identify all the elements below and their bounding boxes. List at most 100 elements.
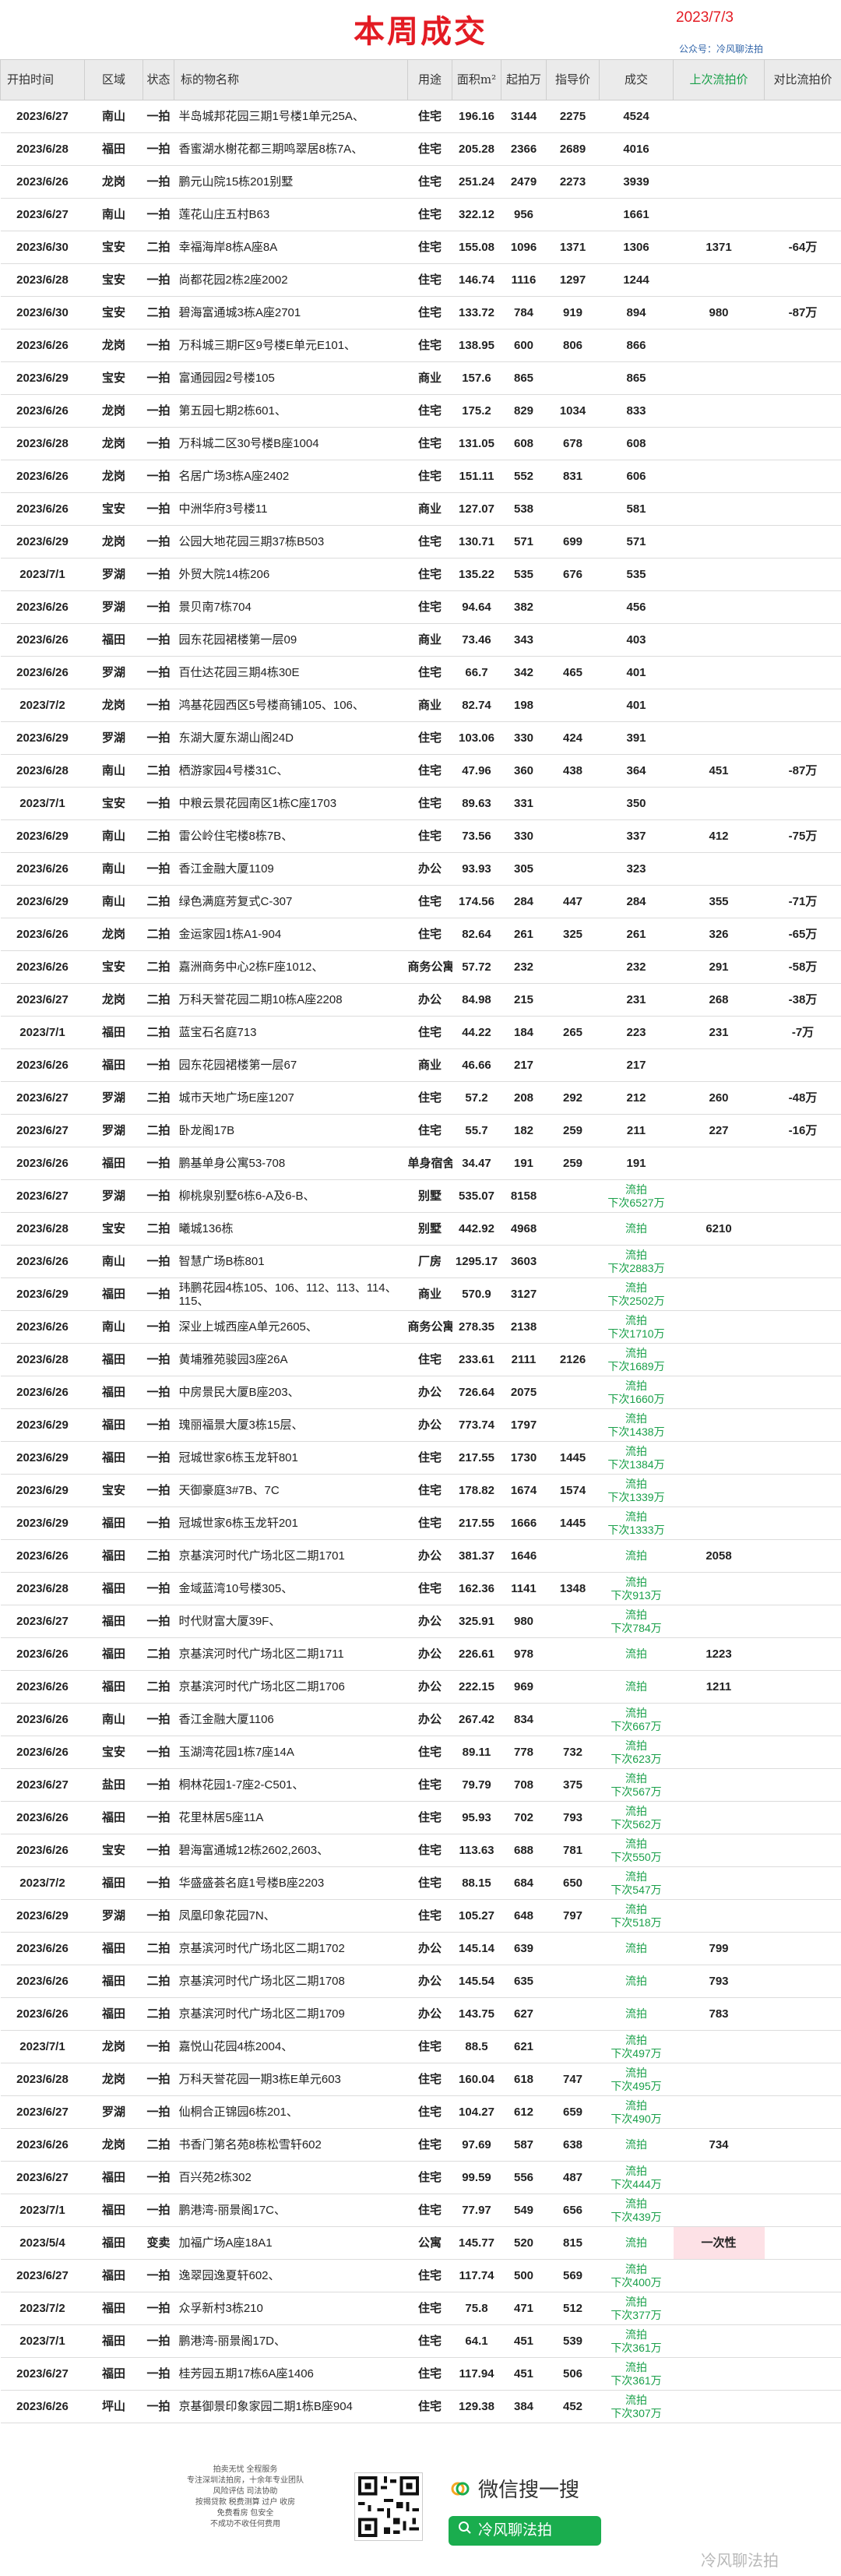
table-row[interactable]: 2023/6/28 福田 一拍 金域蓝湾10号楼305、 住宅 162.36 1141 134… (0, 1572, 841, 1605)
table-row[interactable]: 2023/6/27 南山 一拍 半岛城邦花园三期1号楼1单元25A、 住宅 196.16 3… (0, 100, 841, 133)
table-row[interactable]: 2023/6/27 南山 一拍 莲花山庄五村B63 住宅 322.12 956 1661 (0, 198, 841, 231)
table-row[interactable]: 2023/6/29 罗湖 一拍 凤凰印象花园7N、 住宅 105.27 648 797 流拍 下次… (0, 1899, 841, 1933)
table-row[interactable]: 2023/6/30 宝安 二拍 幸福海岸8栋A座8A 住宅 155.08 1096 1371 1… (0, 231, 841, 264)
table-row[interactable]: 2023/6/26 龙岗 一拍 鹏元山院15栋201别墅 住宅 251.24 2479 227… (0, 165, 841, 199)
table-row[interactable]: 2023/6/26 福田 一拍 花里林居5座11A 住宅 95.93 702 793 流拍 下次5… (0, 1801, 841, 1834)
table-row[interactable]: 2023/6/27 罗湖 一拍 仙桐合正锦园6栋201、 住宅 104.27 612 659 流… (0, 2095, 841, 2129)
table-row[interactable]: 2023/6/27 福田 一拍 百兴苑2栋302 住宅 99.59 556 487 流拍 下次44… (0, 2161, 841, 2194)
table-row[interactable]: 2023/6/26 福田 一拍 鹏基单身公寓53-708 单身宿舍 34.47 191 259… (0, 1147, 841, 1180)
table-row[interactable]: 2023/7/2 福田 一拍 华盛盛荟名庭1号楼B座2203 住宅 88.15 684 650… (0, 1866, 841, 1900)
cell-district: 福田 (84, 132, 143, 166)
cell-start: 969 (501, 1670, 547, 1704)
table-row[interactable]: 2023/6/29 福田 一拍 玮鹏花园4栋105、106、112、113、114、1… (0, 1277, 841, 1311)
table-row[interactable]: 2023/6/26 宝安 一拍 玉湖湾花园1栋7座14A 住宅 89.11 778 732 流拍… (0, 1736, 841, 1769)
cell-name: 京基滨河时代广场北区二期1706 (174, 1670, 408, 1704)
table-row[interactable]: 2023/6/29 福田 一拍 冠城世家6栋玉龙轩201 住宅 217.55 1666 144… (0, 1506, 841, 1540)
table-row[interactable]: 2023/6/29 南山 二拍 绿色满庭芳复式C-307 住宅 174.56 284 447 2… (0, 885, 841, 918)
table-row[interactable]: 2023/6/26 罗湖 一拍 景贝南7栋704 住宅 94.64 382 456 (0, 590, 841, 624)
table-row[interactable]: 2023/6/28 宝安 一拍 尚都花园2栋2座2002 住宅 146.74 1116 129… (0, 263, 841, 297)
table-row[interactable]: 2023/6/29 福田 一拍 瑰丽福景大厦3栋15层、 办公 773.74 1797 流拍下… (0, 1408, 841, 1442)
table-row[interactable]: 2023/7/1 福田 一拍 鹏港湾-丽景阁17C、 住宅 77.97 549 656 流拍 下次… (0, 2194, 841, 2227)
cell-name: 时代财富大厦39F、 (174, 1605, 408, 1638)
cell-start: 2479 (501, 165, 547, 199)
table-row[interactable]: 2023/6/26 福田 二拍 京基滨河时代广场北区二期1711 办公 226.61 978… (0, 1637, 841, 1671)
table-row[interactable]: 2023/6/26 龙岗 二拍 金运家园1栋A1-904 住宅 82.64 261 325 26… (0, 918, 841, 951)
table-row[interactable]: 2023/6/28 福田 一拍 黄埔雅苑骏园3座26A 住宅 233.61 2111 2126… (0, 1343, 841, 1376)
cell-diff (764, 165, 841, 199)
cell-date: 2023/6/26 (0, 1048, 85, 1082)
table-row[interactable]: 2023/7/1 龙岗 一拍 嘉悦山花园4栋2004、 住宅 88.5 621 流拍 下次497… (0, 2030, 841, 2063)
cell-status: 二拍 (143, 2128, 174, 2162)
table-row[interactable]: 2023/6/26 福田 二拍 京基滨河时代广场北区二期1701 办公 381.37 164… (0, 1539, 841, 1573)
table-row[interactable]: 2023/7/1 宝安 一拍 中粮云景花园南区1栋C座1703 住宅 89.63 331 35… (0, 787, 841, 820)
cell-deal: 833 (599, 394, 674, 428)
table-row[interactable]: 2023/7/2 龙岗 一拍 鸿基花园西区5号楼商铺105、106、 商业 82.74 19… (0, 689, 841, 722)
table-row[interactable]: 2023/6/26 福田 二拍 京基滨河时代广场北区二期1706 办公 222.15 969… (0, 1670, 841, 1704)
table-row[interactable]: 2023/6/26 宝安 一拍 碧海富通城12栋2602,2603、 住宅 113.63 6… (0, 1834, 841, 1867)
cell-date: 2023/6/26 (0, 918, 85, 951)
table-row[interactable]: 2023/6/26 南山 一拍 香江金融大厦1106 办公 267.42 834 流拍 下次66… (0, 1703, 841, 1736)
cell-use: 住宅 (407, 918, 452, 951)
cell-guide (546, 852, 600, 886)
cell-last-price: 1223 (673, 1637, 765, 1671)
cell-status: 一拍 (143, 132, 174, 166)
deal-status: 流拍 (625, 1771, 647, 1785)
table-row[interactable]: 2023/6/30 宝安 二拍 碧海富通城3栋A座2701 住宅 133.72 784 919… (0, 296, 841, 329)
cell-area: 278.35 (452, 1310, 501, 1344)
table-row[interactable]: 2023/6/26 福田 一拍 中房景民大厦B座203、 办公 726.64 2075 流拍下… (0, 1376, 841, 1409)
table-row[interactable]: 2023/6/26 南山 一拍 深业上城西座A单元2605、 商务公寓 278.35 213… (0, 1310, 841, 1344)
table-row[interactable]: 2023/6/28 龙岗 一拍 万科天誉花园一期3栋E单元603 住宅 160.04 618… (0, 2063, 841, 2096)
table-row[interactable]: 2023/6/29 南山 二拍 雷公岭住宅楼8栋7B、 住宅 73.56 330 337 412… (0, 819, 841, 853)
table-row[interactable]: 2023/6/27 龙岗 二拍 万科天誉花园二期10栋A座2208 办公 84.98 215… (0, 983, 841, 1017)
table-row[interactable]: 2023/6/27 罗湖 一拍 柳桃泉别墅6栋6-A及6-B、 别墅 535.07 8158… (0, 1179, 841, 1213)
table-row[interactable]: 2023/6/26 龙岗 一拍 第五园七期2栋601、 住宅 175.2 829 1034 83… (0, 394, 841, 428)
cell-deal: 流拍 (599, 2226, 674, 2260)
cell-deal: 流拍 下次444万 (599, 2161, 674, 2194)
table-row[interactable]: 2023/6/27 罗湖 二拍 卧龙阁17B 住宅 55.7 182 259 211 227 -16… (0, 1114, 841, 1147)
table-row[interactable]: 2023/6/26 宝安 一拍 中洲华府3号楼11 商业 127.07 538 581 (0, 492, 841, 526)
table-row[interactable]: 2023/7/2 福田 一拍 众孚新村3栋210 住宅 75.8 471 512 流拍 下次377… (0, 2292, 841, 2325)
cell-last-price (673, 2063, 765, 2096)
table-row[interactable]: 2023/6/28 龙岗 一拍 万科城二区30号楼B座1004 住宅 131.05 608 6… (0, 427, 841, 460)
table-row[interactable]: 2023/6/28 南山 二拍 栖游家园4号楼31C、 住宅 47.96 360 438 364… (0, 754, 841, 788)
table-row[interactable]: 2023/6/29 福田 一拍 冠城世家6栋玉龙轩801 住宅 217.55 1730 144… (0, 1441, 841, 1475)
cell-district: 福田 (84, 1801, 143, 1834)
cell-date: 2023/6/29 (0, 819, 85, 853)
table-row[interactable]: 2023/6/28 宝安 二拍 曦城136栋 别墅 442.92 4968 流拍 6210 (0, 1212, 841, 1246)
table-row[interactable]: 2023/5/4 福田 变卖 加福广场A座18A1 公寓 145.77 520 815 流拍 一次… (0, 2226, 841, 2260)
search-button[interactable]: 冷风聊法拍 (449, 2516, 601, 2546)
table-row[interactable]: 2023/6/26 福田 一拍 园东花园裙楼第一层09 商业 73.46 343 403 (0, 623, 841, 657)
table-row[interactable]: 2023/7/1 福田 二拍 蓝宝石名庭713 住宅 44.22 184 265 223 231-… (0, 1016, 841, 1049)
table-row[interactable]: 2023/6/29 宝安 一拍 富通园园2号楼105 商业 157.6 865 865 (0, 361, 841, 395)
cell-area: 73.46 (452, 623, 501, 657)
table-row[interactable]: 2023/6/27 福田 一拍 逸翠园逸夏轩602、 住宅 117.74 500 569 流拍下… (0, 2259, 841, 2292)
table-row[interactable]: 2023/6/27 罗湖 二拍 城市天地广场E座1207 住宅 57.2 208 292 212… (0, 1081, 841, 1115)
cell-deal: 535 (599, 558, 674, 591)
cell-diff (764, 2030, 841, 2063)
table-row[interactable]: 2023/6/26 南山 一拍 智慧广场B栋801 厂房 1295.17 3603 流拍 下次2… (0, 1245, 841, 1278)
table-row[interactable]: 2023/6/28 福田 一拍 香蜜湖水榭花都三期鸣翠居8栋7A、 住宅 205.28 23… (0, 132, 841, 166)
table-row[interactable]: 2023/6/27 福田 一拍 桂芳园五期17栋6A座1406 住宅 117.94 451 5… (0, 2357, 841, 2391)
table-row[interactable]: 2023/6/26 龙岗 二拍 书香门第名苑8栋松雪轩602 住宅 97.69 587 638… (0, 2128, 841, 2162)
cell-use: 办公 (407, 1408, 452, 1442)
table-row[interactable]: 2023/6/26 福田 一拍 园东花园裙楼第一层67 商业 46.66 217 217 (0, 1048, 841, 1082)
cell-area: 117.74 (452, 2259, 501, 2292)
table-row[interactable]: 2023/6/29 罗湖 一拍 东湖大厦东湖山阁24D 住宅 103.06 330 424 39… (0, 721, 841, 755)
table-row[interactable]: 2023/6/26 龙岗 一拍 万科城三期F区9号楼E单元E101、 住宅 138.95 6… (0, 329, 841, 362)
table-row[interactable]: 2023/6/26 罗湖 一拍 百仕达花园三期4栋30E 住宅 66.7 342 465 401 (0, 656, 841, 689)
table-row[interactable]: 2023/6/26 坪山 一拍 京基御景印象家园二期1栋B座904 住宅 129.38 38… (0, 2390, 841, 2423)
cell-district: 南山 (84, 100, 143, 133)
table-row[interactable]: 2023/6/29 宝安 一拍 天御豪庭3#7B、7C 住宅 178.82 1674 1574… (0, 1474, 841, 1507)
deal-status: 流拍 (625, 1313, 647, 1327)
table-row[interactable]: 2023/6/26 福田 二拍 京基滨河时代广场北区二期1709 办公 143.75 627… (0, 1997, 841, 2031)
table-row[interactable]: 2023/6/26 龙岗 一拍 名居广场3栋A座2402 住宅 151.11 552 831 6… (0, 460, 841, 493)
table-row[interactable]: 2023/6/26 福田 二拍 京基滨河时代广场北区二期1702 办公 145.14 639… (0, 1932, 841, 1965)
table-row[interactable]: 2023/6/26 福田 二拍 京基滨河时代广场北区二期1708 办公 145.54 635… (0, 1965, 841, 1998)
table-row[interactable]: 2023/7/1 罗湖 一拍 外贸大院14栋206 住宅 135.22 535 676 535 (0, 558, 841, 591)
table-row[interactable]: 2023/6/29 龙岗 一拍 公园大地花园三期37栋B503 住宅 130.71 571 6… (0, 525, 841, 559)
table-row[interactable]: 2023/6/26 南山 一拍 香江金融大厦1109 办公 93.93 305 323 (0, 852, 841, 886)
table-row[interactable]: 2023/6/27 福田 一拍 时代财富大厦39F、 办公 325.91 980 流拍 下次78… (0, 1605, 841, 1638)
table-row[interactable]: 2023/6/26 宝安 二拍 嘉洲商务中心2栋F座1012、 商务公寓 57.72 232… (0, 950, 841, 984)
table-row[interactable]: 2023/6/27 盐田 一拍 桐林花园1-7座2-C501、 住宅 79.79 708 37… (0, 1768, 841, 1802)
table-row[interactable]: 2023/7/1 福田 一拍 鹏港湾-丽景阁17D、 住宅 64.1 451 539 流拍 下次3… (0, 2324, 841, 2358)
